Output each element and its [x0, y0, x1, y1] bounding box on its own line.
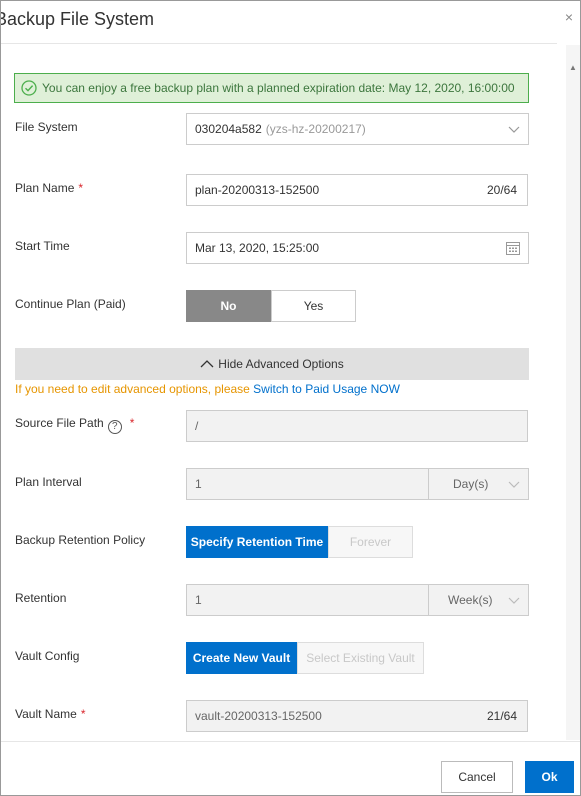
source-path-label: Source File Path? * [15, 416, 134, 434]
start-time-value: Mar 13, 2020, 15:25:00 [195, 241, 320, 255]
advanced-tip-text: If you need to edit advanced options, pl… [15, 382, 254, 396]
vault-name-value: vault-20200313-152500 [195, 709, 322, 723]
continue-plan-label: Continue Plan (Paid) [15, 297, 126, 311]
chevron-up-icon [200, 360, 214, 368]
close-icon[interactable]: × [562, 10, 576, 24]
plan-name-char-count: 20/64 [486, 183, 517, 197]
retention-value: 1 [195, 593, 202, 607]
create-new-vault-button[interactable]: Create New Vault [186, 642, 297, 674]
notice-text: You can enjoy a free backup plan with a … [42, 81, 515, 95]
vault-name-label: Vault Name * [15, 707, 85, 721]
select-existing-vault-button[interactable]: Select Existing Vault [297, 642, 424, 674]
calendar-icon[interactable] [506, 241, 520, 255]
scrollbar[interactable]: ▲ [566, 45, 580, 740]
plan-name-label: Plan Name * [15, 181, 83, 195]
hide-advanced-options-toggle[interactable]: Hide Advanced Options [15, 348, 529, 380]
chevron-down-icon [508, 126, 520, 133]
advanced-toggle-label: Hide Advanced Options [218, 357, 344, 371]
specify-retention-time-button[interactable]: Specify Retention Time [186, 526, 328, 558]
advanced-options-tip: If you need to edit advanced options, pl… [15, 382, 400, 396]
plan-interval-value: 1 [195, 477, 202, 491]
file-system-select[interactable]: 030204a582 (yzs-hz-20200217) [186, 113, 529, 145]
plan-name-input[interactable]: plan-20200313-152500 20/64 [186, 174, 528, 206]
ok-button[interactable]: Ok [525, 761, 574, 793]
source-path-input[interactable]: / [186, 410, 528, 442]
vault-name-input[interactable]: vault-20200313-152500 21/64 [186, 700, 528, 732]
continue-plan-no[interactable]: No [186, 290, 271, 322]
chevron-down-icon [508, 481, 520, 488]
free-plan-notice: You can enjoy a free backup plan with a … [14, 73, 529, 103]
plan-name-label-text: Plan Name [15, 181, 75, 195]
footer-divider [1, 741, 580, 742]
scroll-up-icon[interactable]: ▲ [569, 63, 577, 72]
file-system-label: File System [15, 120, 78, 134]
vault-name-char-count: 21/64 [486, 709, 517, 723]
start-time-picker[interactable]: Mar 13, 2020, 15:25:00 [186, 232, 529, 264]
plan-name-value: plan-20200313-152500 [195, 183, 320, 197]
required-mark: * [129, 416, 135, 430]
source-path-label-text: Source File Path [15, 416, 104, 430]
retention-policy-label: Backup Retention Policy [15, 533, 146, 547]
vault-config-label: Vault Config [15, 649, 80, 663]
file-system-hint: (yzs-hz-20200217) [265, 122, 366, 136]
cancel-button[interactable]: Cancel [441, 761, 513, 793]
retention-unit-select[interactable]: Week(s) [428, 584, 529, 616]
backup-dialog: Backup File System × ▲ You can enjoy a f… [0, 0, 581, 796]
retention-label: Retention [15, 591, 67, 605]
plan-interval-label: Plan Interval [15, 475, 82, 489]
help-icon[interactable]: ? [107, 420, 122, 434]
chevron-down-icon [508, 597, 520, 604]
dialog-title: Backup File System [0, 9, 155, 29]
check-circle-icon [21, 80, 37, 96]
file-system-value: 030204a582 [195, 122, 262, 136]
required-mark: * [78, 181, 84, 195]
header-divider [1, 43, 557, 44]
retention-input[interactable]: 1 [186, 584, 429, 616]
start-time-label: Start Time [15, 239, 70, 253]
continue-plan-yes[interactable]: Yes [271, 290, 356, 322]
required-mark: * [80, 707, 86, 721]
switch-to-paid-link[interactable]: Switch to Paid Usage NOW [253, 382, 400, 396]
retention-unit: Week(s) [448, 593, 493, 607]
vault-name-label-text: Vault Name [15, 707, 77, 721]
forever-button[interactable]: Forever [328, 526, 413, 558]
source-path-value: / [195, 419, 199, 433]
plan-interval-input[interactable]: 1 [186, 468, 429, 500]
plan-interval-unit: Day(s) [453, 477, 489, 491]
plan-interval-unit-select[interactable]: Day(s) [428, 468, 529, 500]
